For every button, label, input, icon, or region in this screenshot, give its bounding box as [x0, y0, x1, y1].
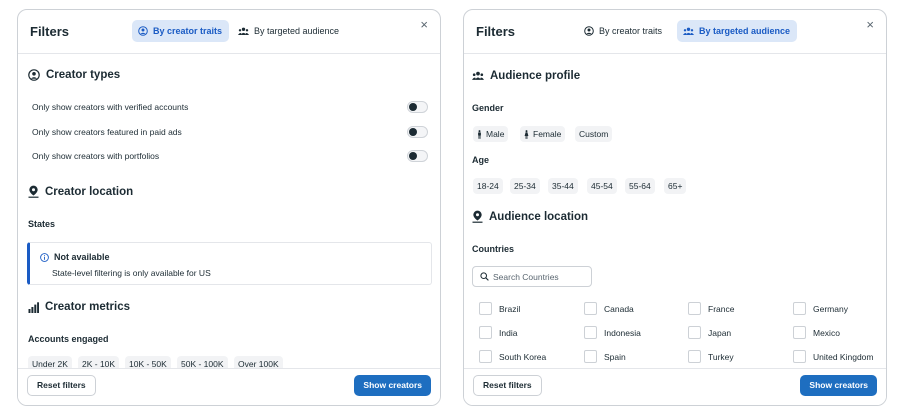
people-icon — [238, 27, 249, 36]
country-option-canada[interactable]: Canada — [584, 302, 634, 315]
show-creators-button[interactable]: Show creators — [354, 375, 431, 396]
gender-label: Gender — [472, 103, 504, 113]
gender-chip-male[interactable]: Male — [473, 126, 509, 142]
dialog-title: Filters — [30, 24, 70, 39]
age-label: Age — [472, 155, 490, 165]
age-chip-25-34[interactable]: 25-34 — [510, 178, 540, 194]
notice-title: Not available — [40, 252, 110, 262]
countries-label: Countries — [472, 244, 515, 254]
checkbox[interactable] — [584, 350, 597, 363]
gender-chip-custom[interactable]: Custom — [575, 126, 613, 142]
location-pin-icon — [472, 210, 483, 223]
info-icon — [40, 252, 49, 262]
reset-filters-button[interactable]: Reset filters — [27, 375, 96, 396]
tab-label: By targeted audience — [254, 26, 340, 36]
people-icon — [472, 71, 484, 81]
tab-label: By creator traits — [153, 26, 223, 36]
checkbox[interactable] — [584, 302, 597, 315]
option-label-paid-ads: Only show creators featured in paid ads — [32, 127, 182, 137]
country-option-india[interactable]: India — [479, 326, 517, 339]
tab-targeted-audience[interactable]: By targeted audience — [677, 20, 798, 42]
dialog-header: Filters By creator traits By targeted au… — [18, 10, 440, 54]
toggle-verified[interactable] — [407, 101, 428, 113]
reset-filters-button[interactable]: Reset filters — [473, 375, 542, 396]
person-circle-icon — [138, 26, 148, 36]
age-chip-35-44[interactable]: 35-44 — [548, 178, 578, 194]
tab-creator-traits[interactable]: By creator traits — [132, 20, 230, 42]
person-circle-icon — [584, 26, 594, 36]
country-option-united-kingdom[interactable]: United Kingdom — [793, 350, 873, 363]
age-chip-55-64[interactable]: 55-64 — [625, 178, 655, 194]
tab-creator-traits[interactable]: By creator traits — [578, 20, 669, 42]
age-chip-65-plus[interactable]: 65+ — [664, 178, 687, 194]
gender-chip-female[interactable]: Female — [520, 126, 566, 142]
section-title-creator-types: Creator types — [28, 69, 120, 81]
toggle-portfolios[interactable] — [407, 150, 428, 162]
search-countries-input[interactable] — [493, 271, 583, 282]
checkbox[interactable] — [479, 302, 492, 315]
bar-chart-icon — [28, 301, 39, 313]
tab-label: By targeted audience — [699, 26, 791, 36]
person-circle-icon — [28, 69, 40, 81]
search-countries-field[interactable] — [472, 266, 592, 287]
country-option-south-korea[interactable]: South Korea — [479, 350, 546, 363]
not-available-notice: Not available State-level filtering is o… — [27, 242, 432, 285]
show-creators-button[interactable]: Show creators — [800, 375, 877, 396]
section-title-audience-profile: Audience profile — [472, 70, 580, 82]
section-title-creator-location: Creator location — [28, 185, 133, 198]
dialog-title: Filters — [476, 24, 516, 39]
age-chip-18-24[interactable]: 18-24 — [473, 178, 503, 194]
country-option-japan[interactable]: Japan — [688, 326, 731, 339]
filters-dialog-creator-traits: Filters By creator traits By targeted au… — [17, 9, 441, 406]
dialog-header: Filters By creator traits By targeted au… — [464, 10, 886, 54]
location-pin-icon — [28, 185, 39, 198]
close-icon[interactable]: × — [420, 18, 428, 31]
checkbox[interactable] — [688, 326, 701, 339]
checkbox[interactable] — [584, 326, 597, 339]
notice-body: State-level filtering is only available … — [52, 268, 211, 278]
toggle-paid-ads[interactable] — [407, 126, 428, 138]
search-icon — [480, 272, 489, 281]
country-option-germany[interactable]: Germany — [793, 302, 848, 315]
country-option-france[interactable]: France — [688, 302, 734, 315]
states-label: States — [28, 219, 56, 229]
checkbox[interactable] — [479, 350, 492, 363]
option-label-portfolios: Only show creators with portfolios — [32, 151, 160, 161]
country-option-turkey[interactable]: Turkey — [688, 350, 734, 363]
male-icon — [477, 129, 482, 139]
country-option-indonesia[interactable]: Indonesia — [584, 326, 641, 339]
checkbox[interactable] — [688, 350, 701, 363]
country-option-brazil[interactable]: Brazil — [479, 302, 520, 315]
tab-targeted-audience[interactable]: By targeted audience — [232, 20, 346, 42]
checkbox[interactable] — [793, 302, 806, 315]
checkbox[interactable] — [688, 302, 701, 315]
dialog-footer: Reset filters Show creators — [18, 368, 440, 405]
accounts-engaged-label: Accounts engaged — [28, 334, 109, 344]
filters-dialog-targeted-audience: Filters By creator traits By targeted au… — [463, 9, 887, 406]
age-chip-45-54[interactable]: 45-54 — [587, 178, 617, 194]
checkbox[interactable] — [793, 326, 806, 339]
checkbox[interactable] — [479, 326, 492, 339]
option-label-verified: Only show creators with verified account… — [32, 102, 189, 112]
dialog-footer: Reset filters Show creators — [464, 368, 886, 405]
female-icon — [524, 129, 529, 139]
section-title-audience-location: Audience location — [472, 210, 588, 223]
people-icon — [683, 27, 694, 36]
tab-label: By creator traits — [599, 26, 663, 36]
section-title-creator-metrics: Creator metrics — [28, 301, 130, 313]
country-option-mexico[interactable]: Mexico — [793, 326, 840, 339]
close-icon[interactable]: × — [866, 18, 874, 31]
checkbox[interactable] — [793, 350, 806, 363]
country-option-spain[interactable]: Spain — [584, 350, 626, 363]
